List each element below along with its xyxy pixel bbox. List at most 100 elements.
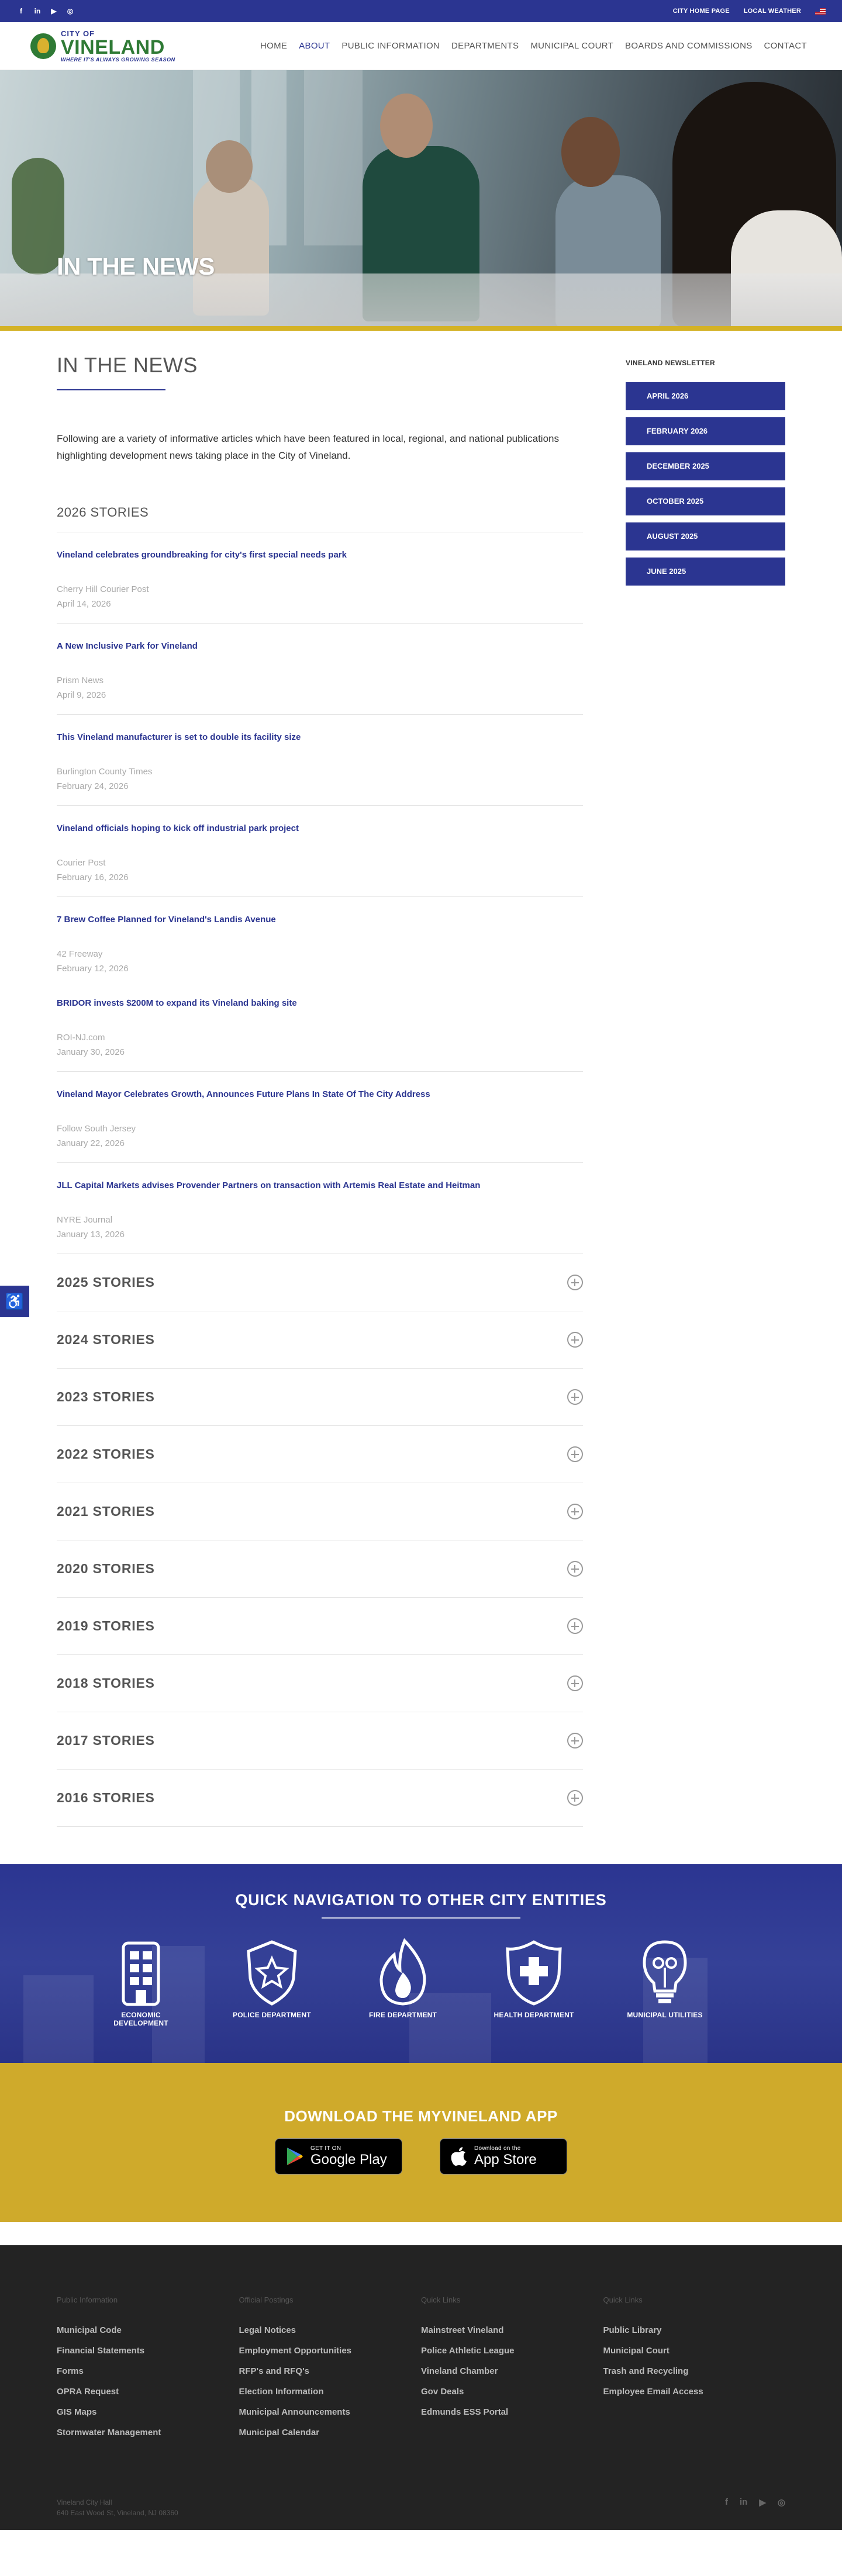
newsletter-february-2026-button[interactable]: FEBRUARY 2026 xyxy=(625,417,785,445)
quick-navigation: QUICK NAVIGATION TO OTHER CITY ENTITIES … xyxy=(0,1864,842,2063)
youtube-icon[interactable]: ▶ xyxy=(49,7,58,15)
instagram-icon[interactable]: ◎ xyxy=(778,2497,785,2508)
story-source: Follow South Jersey xyxy=(57,1124,136,1134)
hero-banner: IN THE NEWS xyxy=(0,70,842,331)
quicknav-label: ECONOMIC DEVELOPMENT xyxy=(113,2011,168,2027)
accordion-2018[interactable]: 2018 STORIES xyxy=(57,1655,583,1712)
footer-link[interactable]: Municipal Court xyxy=(603,2346,786,2356)
newsletter-april-2026-button[interactable]: APRIL 2026 xyxy=(625,382,785,410)
quicknav-police-department[interactable]: POLICE DEPARTMENT xyxy=(228,1937,316,2027)
footer-link[interactable]: OPRA Request xyxy=(57,2387,239,2397)
expand-plus-icon[interactable] xyxy=(567,1275,583,1290)
newsletter-june-2025-button[interactable]: JUNE 2025 xyxy=(625,558,785,586)
accordion-2021[interactable]: 2021 STORIES xyxy=(57,1483,583,1540)
expand-plus-icon[interactable] xyxy=(567,1332,583,1348)
accordion-2019[interactable]: 2019 STORIES xyxy=(57,1598,583,1655)
nav-departments[interactable]: DEPARTMENTS xyxy=(451,41,519,51)
footer-link[interactable]: Forms xyxy=(57,2366,239,2376)
footer-link[interactable]: Police Athletic League xyxy=(421,2346,603,2356)
expand-plus-icon[interactable] xyxy=(567,1504,583,1519)
accordion-2023[interactable]: 2023 STORIES xyxy=(57,1369,583,1426)
story-source: 42 Freeway xyxy=(57,949,103,959)
expand-plus-icon[interactable] xyxy=(567,1733,583,1749)
quicknav-fire-department[interactable]: FIRE DEPARTMENT xyxy=(359,1937,447,2027)
health-shield-icon xyxy=(506,1940,562,2006)
footer-link[interactable]: Employee Email Access xyxy=(603,2387,786,2397)
story-link[interactable]: BRIDOR invests $200M to expand its Vinel… xyxy=(57,998,583,1008)
accordion-2024[interactable]: 2024 STORIES xyxy=(57,1311,583,1369)
facebook-icon[interactable]: f xyxy=(725,2497,728,2508)
facebook-icon[interactable]: f xyxy=(16,7,26,15)
section-spacer xyxy=(0,2222,842,2245)
accordion-2017[interactable]: 2017 STORIES xyxy=(57,1712,583,1770)
footer-link[interactable]: Mainstreet Vineland xyxy=(421,2325,603,2335)
accessibility-icon[interactable]: ♿ xyxy=(0,1286,29,1317)
story-link[interactable]: Vineland Mayor Celebrates Growth, Announ… xyxy=(57,1089,583,1099)
expand-plus-icon[interactable] xyxy=(567,1790,583,1806)
quicknav-economic-development[interactable]: ECONOMIC DEVELOPMENT xyxy=(97,1937,185,2027)
instagram-icon[interactable]: ◎ xyxy=(65,7,75,15)
nav-home[interactable]: HOME xyxy=(260,41,287,51)
nav-contact[interactable]: CONTACT xyxy=(764,41,807,51)
footer-link[interactable]: Edmunds ESS Portal xyxy=(421,2407,603,2417)
expand-plus-icon[interactable] xyxy=(567,1561,583,1577)
footer-link[interactable]: RFP's and RFQ's xyxy=(239,2366,422,2376)
footer-link[interactable]: GIS Maps xyxy=(57,2407,239,2417)
footer-link[interactable]: Employment Opportunities xyxy=(239,2346,422,2356)
site-logo[interactable]: CITY OF VINELAND WHERE IT'S ALWAYS GROWI… xyxy=(30,30,175,63)
footer-link[interactable]: Municipal Code xyxy=(57,2325,239,2335)
accordion-2020[interactable]: 2020 STORIES xyxy=(57,1540,583,1598)
footer-column-official-postings: Official Postings Legal Notices Employme… xyxy=(239,2295,422,2448)
story-link[interactable]: JLL Capital Markets advises Provender Pa… xyxy=(57,1180,583,1190)
quicknav-label: FIRE DEPARTMENT xyxy=(368,2011,437,2019)
story-link[interactable]: 7 Brew Coffee Planned for Vineland's Lan… xyxy=(57,915,583,925)
footer-link[interactable]: Municipal Calendar xyxy=(239,2428,422,2437)
footer-link[interactable]: Financial Statements xyxy=(57,2346,239,2356)
newsletter-october-2025-button[interactable]: OCTOBER 2025 xyxy=(625,487,785,515)
linkedin-icon[interactable]: in xyxy=(33,7,42,15)
footer-link[interactable]: Vineland Chamber xyxy=(421,2366,603,2376)
linkedin-icon[interactable]: in xyxy=(740,2497,747,2508)
footer-link[interactable]: Public Library xyxy=(603,2325,786,2335)
google-play-button[interactable]: GET IT ON Google Play xyxy=(275,2138,402,2175)
expand-plus-icon[interactable] xyxy=(567,1675,583,1691)
quicknav-label: MUNICIPAL UTILITIES xyxy=(627,2011,703,2019)
accordion-label: 2022 STORIES xyxy=(57,1446,155,1462)
top-links: CITY HOME PAGE LOCAL WEATHER xyxy=(673,8,826,15)
city-home-page-link[interactable]: CITY HOME PAGE xyxy=(673,8,730,15)
quicknav-municipal-utilities[interactable]: MUNICIPAL UTILITIES xyxy=(621,1937,709,2027)
story-link[interactable]: This Vineland manufacturer is set to dou… xyxy=(57,732,583,742)
footer-link[interactable]: Gov Deals xyxy=(421,2387,603,2397)
story-link[interactable]: Vineland officials hoping to kick off in… xyxy=(57,823,583,833)
story-link[interactable]: A New Inclusive Park for Vineland xyxy=(57,641,583,651)
footer-link[interactable]: Trash and Recycling xyxy=(603,2366,786,2376)
newsletter-sidebar: VINELAND NEWSLETTER APRIL 2026 FEBRUARY … xyxy=(625,331,785,1827)
nav-public-information[interactable]: PUBLIC INFORMATION xyxy=(341,41,440,51)
expand-plus-icon[interactable] xyxy=(567,1618,583,1634)
flame-icon xyxy=(379,1938,426,2006)
expand-plus-icon[interactable] xyxy=(567,1389,583,1405)
youtube-icon[interactable]: ▶ xyxy=(759,2497,766,2508)
nav-municipal-court[interactable]: MUNICIPAL COURT xyxy=(530,41,613,51)
story-date: April 9, 2026 xyxy=(57,690,106,700)
quicknav-health-department[interactable]: HEALTH DEPARTMENT xyxy=(490,1937,578,2027)
accordion-label: 2019 STORIES xyxy=(57,1618,155,1633)
newsletter-august-2025-button[interactable]: AUGUST 2025 xyxy=(625,522,785,550)
accordion-2025[interactable]: 2025 STORIES xyxy=(57,1254,583,1311)
footer-link[interactable]: Stormwater Management xyxy=(57,2428,239,2437)
app-store-button[interactable]: Download on the App Store xyxy=(440,2138,567,2175)
expand-plus-icon[interactable] xyxy=(567,1446,583,1462)
story-link[interactable]: Vineland celebrates groundbreaking for c… xyxy=(57,550,583,560)
accordion-2022[interactable]: 2022 STORIES xyxy=(57,1426,583,1483)
story-date: February 16, 2026 xyxy=(57,872,129,882)
footer-link[interactable]: Municipal Announcements xyxy=(239,2407,422,2417)
local-weather-link[interactable]: LOCAL WEATHER xyxy=(744,8,801,15)
newsletter-december-2025-button[interactable]: DECEMBER 2025 xyxy=(625,452,785,480)
accordion-2016[interactable]: 2016 STORIES xyxy=(57,1770,583,1827)
language-flag-icon[interactable] xyxy=(815,8,826,15)
nav-about[interactable]: ABOUT xyxy=(299,41,330,51)
nav-boards-and-commissions[interactable]: BOARDS AND COMMISSIONS xyxy=(625,41,752,51)
footer-link[interactable]: Election Information xyxy=(239,2387,422,2397)
footer-address-line: 640 East Wood St, Vineland, NJ 08360 xyxy=(57,2509,178,2517)
footer-link[interactable]: Legal Notices xyxy=(239,2325,422,2335)
